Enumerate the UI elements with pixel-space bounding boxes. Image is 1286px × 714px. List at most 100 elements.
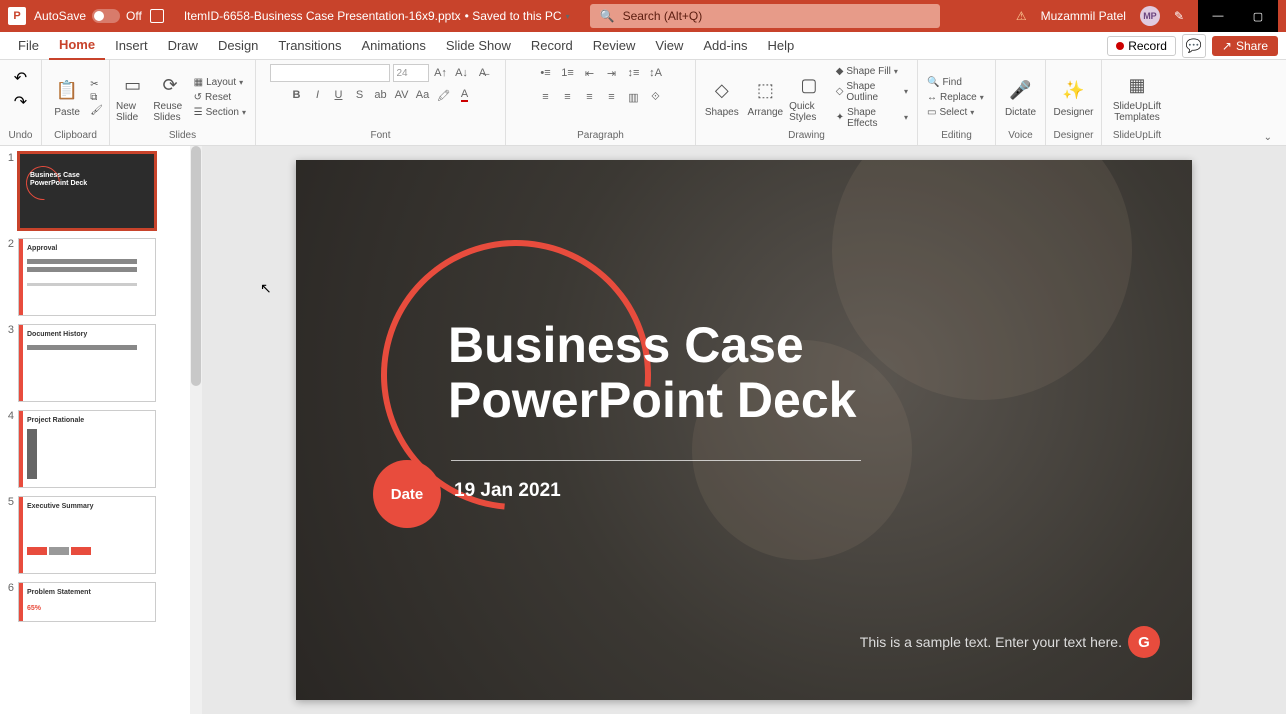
shapes-button[interactable]: ◇ Shapes [702, 77, 742, 118]
tab-record[interactable]: Record [521, 32, 583, 60]
designer-button[interactable]: ✨ Designer [1052, 77, 1095, 118]
collapse-ribbon-icon[interactable]: ⌄ [1264, 132, 1272, 143]
shadow-button[interactable]: ab [372, 86, 390, 104]
filename-area[interactable]: ItemID-6658-Business Case Presentation-1… [184, 9, 570, 23]
thumbnail-5[interactable]: Executive Summary [18, 496, 156, 574]
font-color-button[interactable]: A [456, 86, 474, 104]
columns-button[interactable]: ▥ [625, 88, 643, 106]
numbering-button[interactable]: 1≡ [559, 64, 577, 82]
tab-file[interactable]: File [8, 32, 49, 60]
shape-effects-button[interactable]: ✦ Shape Effects ▾ [833, 106, 911, 130]
autosave-toggle[interactable]: AutoSave Off [34, 9, 142, 23]
slide-canvas[interactable]: Business CasePowerPoint Deck Date 19 Jan… [296, 160, 1192, 700]
layout-button[interactable]: ▦ Layout ▾ [191, 76, 249, 89]
thumbnails-scrollbar[interactable] [190, 146, 202, 714]
user-name[interactable]: Muzammil Patel [1041, 9, 1126, 23]
line-spacing-button[interactable]: ↕≡ [625, 64, 643, 82]
tab-draw[interactable]: Draw [158, 32, 208, 60]
user-avatar[interactable]: MP [1140, 6, 1160, 26]
date-badge[interactable]: Date [373, 460, 441, 528]
text-direction-button[interactable]: ↕A [647, 64, 665, 82]
align-center-button[interactable]: ≡ [559, 88, 577, 106]
justify-button[interactable]: ≡ [603, 88, 621, 106]
tab-design[interactable]: Design [208, 32, 268, 60]
copy-icon[interactable]: ⧉ [90, 92, 103, 103]
g-badge[interactable]: G [1128, 626, 1160, 658]
reuse-slides-button[interactable]: ⟳ Reuse Slides [153, 71, 186, 123]
thumbnail-3[interactable]: Document History [18, 324, 156, 402]
section-button[interactable]: ☰ Section ▾ [191, 106, 249, 119]
search-box[interactable]: 🔍 Search (Alt+Q) [590, 4, 940, 28]
replace-button[interactable]: ↔ Replace ▾ [924, 91, 987, 104]
tab-help[interactable]: Help [757, 32, 804, 60]
minimize-button[interactable]: — [1198, 0, 1238, 32]
format-painter-icon[interactable]: 🖌 [90, 105, 103, 116]
indent-less-button[interactable]: ⇤ [581, 64, 599, 82]
align-left-button[interactable]: ≡ [537, 88, 555, 106]
increase-font-icon[interactable]: A↑ [432, 64, 450, 82]
comments-button[interactable]: 💬 [1182, 34, 1206, 58]
thumbnail-6[interactable]: Problem Statement 65% [18, 582, 156, 622]
shape-outline-button[interactable]: ◇ Shape Outline ▾ [833, 80, 911, 104]
align-right-button[interactable]: ≡ [581, 88, 599, 106]
cursor-icon: ↖ [260, 280, 272, 297]
slide-stage[interactable]: ↖ Business CasePowerPoint Deck Date 19 J… [202, 146, 1286, 714]
maximize-button[interactable]: ▢ [1238, 0, 1278, 32]
tab-view[interactable]: View [645, 32, 693, 60]
date-value[interactable]: 19 Jan 2021 [454, 480, 561, 502]
group-undo-label: Undo [6, 130, 35, 143]
slideuplift-button[interactable]: ▦ SlideUpLift Templates [1108, 71, 1166, 123]
dictate-button[interactable]: 🎤 Dictate [1002, 77, 1039, 118]
tab-slideshow[interactable]: Slide Show [436, 32, 521, 60]
record-button[interactable]: Record [1107, 36, 1176, 56]
find-button[interactable]: 🔍 Find [924, 76, 987, 89]
shape-fill-button[interactable]: ◆ Shape Fill ▾ [833, 65, 911, 78]
cut-icon[interactable]: ✂ [90, 79, 103, 90]
tab-transitions[interactable]: Transitions [268, 32, 351, 60]
decrease-font-icon[interactable]: A↓ [453, 64, 471, 82]
scrollbar-thumb[interactable] [191, 146, 201, 386]
arrange-icon: ⬚ [751, 77, 779, 105]
bullets-button[interactable]: •≡ [537, 64, 555, 82]
sample-text[interactable]: This is a sample text. Enter your text h… [860, 634, 1122, 650]
highlight-button[interactable]: 🖍 [435, 86, 453, 104]
tab-animations[interactable]: Animations [352, 32, 436, 60]
tab-addins[interactable]: Add-ins [693, 32, 757, 60]
record-label: Record [1128, 39, 1167, 53]
spacing-button[interactable]: AV [393, 86, 411, 104]
pen-icon[interactable]: ✎ [1174, 9, 1184, 23]
quick-styles-button[interactable]: ▢ Quick Styles [789, 71, 829, 123]
new-slide-button[interactable]: ▭ New Slide [116, 71, 149, 123]
group-font-label: Font [262, 130, 499, 143]
italic-button[interactable]: I [309, 86, 327, 104]
tab-insert[interactable]: Insert [105, 32, 158, 60]
smartart-button[interactable]: ⟐ [647, 88, 665, 106]
indent-more-button[interactable]: ⇥ [603, 64, 621, 82]
redo-icon[interactable]: ↷ [14, 92, 27, 112]
font-family-select[interactable] [270, 64, 390, 82]
select-button[interactable]: ▭ Select ▾ [924, 106, 987, 119]
slide-title[interactable]: Business CasePowerPoint Deck [448, 318, 856, 428]
save-icon[interactable] [150, 9, 164, 23]
underline-button[interactable]: U [330, 86, 348, 104]
warning-icon[interactable]: ⚠ [1016, 9, 1027, 23]
bold-button[interactable]: B [288, 86, 306, 104]
clear-format-icon[interactable]: A̶ [474, 64, 492, 82]
arrange-button[interactable]: ⬚ Arrange [746, 77, 786, 118]
tab-review[interactable]: Review [583, 32, 646, 60]
chevron-down-icon[interactable]: ▾ [566, 12, 570, 21]
thumbnail-2[interactable]: Approval [18, 238, 156, 316]
share-button[interactable]: ↗ Share [1212, 36, 1278, 56]
tab-home[interactable]: Home [49, 32, 105, 60]
thumbnail-4[interactable]: Project Rationale [18, 410, 156, 488]
slide-thumbnails-panel[interactable]: 1 Business CasePowerPoint Deck 2 Approva… [0, 146, 190, 714]
thumbnail-1[interactable]: Business CasePowerPoint Deck [18, 152, 156, 230]
reset-button[interactable]: ↺ Reset [191, 91, 249, 104]
strike-button[interactable]: S [351, 86, 369, 104]
font-size-select[interactable]: 24 [393, 64, 429, 82]
group-designer-label: Designer [1052, 130, 1095, 143]
case-button[interactable]: Aa [414, 86, 432, 104]
toggle-switch[interactable] [92, 9, 120, 23]
paste-button[interactable]: 📋 Paste [48, 77, 86, 118]
undo-icon[interactable]: ↶ [14, 68, 27, 88]
